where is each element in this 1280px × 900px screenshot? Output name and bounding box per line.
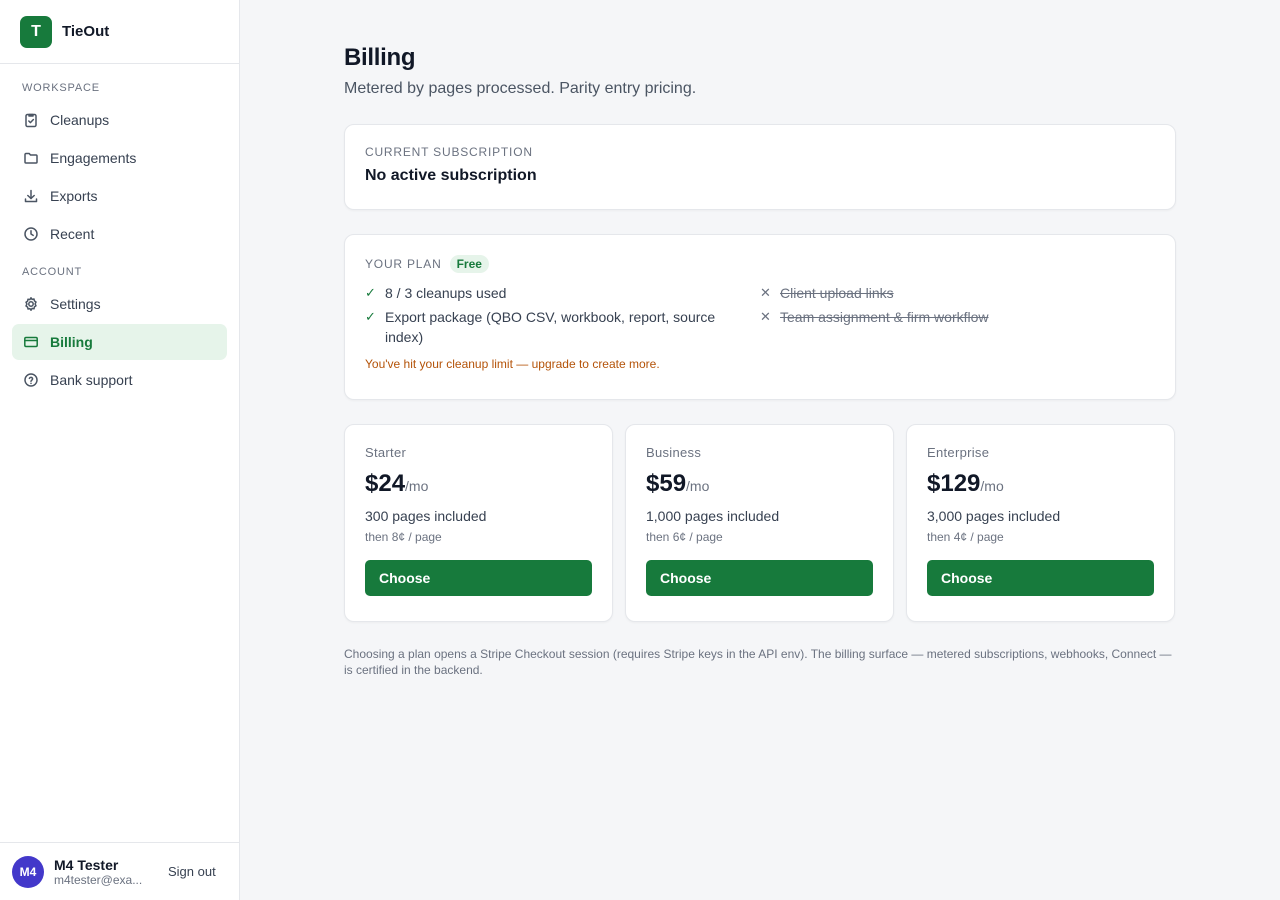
tier-name: Starter — [365, 445, 407, 460]
tier-name: Enterprise — [927, 445, 990, 460]
sidebar-item-exports[interactable]: Exports — [12, 178, 227, 214]
feature-label: Export package (QBO CSV, workbook, repor… — [385, 309, 716, 345]
nav-section-account: ACCOUNT — [22, 266, 82, 278]
user-info: M4 Tester m4tester@exa... — [54, 857, 154, 887]
tier-overage: then 4¢ / page — [927, 530, 1004, 544]
tier-period: /mo — [405, 478, 429, 494]
tier-period: /mo — [686, 478, 710, 494]
sidebar-item-label: Cleanups — [50, 112, 110, 128]
current-subscription-card: CURRENT SUBSCRIPTION No active subscript… — [344, 124, 1176, 210]
check-icon: ✓ — [365, 285, 376, 300]
gear-icon — [22, 295, 40, 313]
tier-pages: 300 pages included — [365, 508, 487, 524]
folder-icon — [22, 149, 40, 167]
sidebar-item-settings[interactable]: Settings — [12, 286, 227, 322]
sidebar-item-label: Bank support — [50, 372, 133, 388]
check-icon: ✓ — [365, 309, 376, 324]
tier-overage: then 8¢ / page — [365, 530, 442, 544]
tier-price: $24 — [365, 470, 406, 497]
tier-card-business: Business $59 /mo 1,000 pages included th… — [625, 424, 894, 622]
sidebar: T TieOut WORKSPACE Cleanups Engagements … — [0, 0, 240, 900]
tier-pages: 1,000 pages included — [646, 508, 780, 524]
choose-starter-button[interactable]: Choose — [365, 560, 592, 596]
tier-overage: then 6¢ / page — [646, 530, 723, 544]
feature-label: Team assignment & firm workflow — [780, 309, 989, 325]
tier-price-row: $129 /mo — [927, 470, 1154, 498]
credit-card-icon — [22, 333, 40, 351]
sidebar-item-recent[interactable]: Recent — [12, 216, 227, 252]
sidebar-item-bank-support[interactable]: Bank support — [12, 362, 227, 398]
pricing-tiers: Starter $24 /mo 300 pages included then … — [344, 424, 1176, 622]
sign-out-button[interactable]: Sign out — [168, 864, 216, 879]
sidebar-item-label: Engagements — [50, 150, 137, 166]
app-logo: T — [20, 15, 52, 48]
x-icon: ✕ — [760, 309, 771, 324]
clipboard-check-icon — [22, 111, 40, 129]
plan-badge: Free — [449, 255, 489, 273]
choose-business-button[interactable]: Choose — [646, 560, 873, 596]
subscription-heading: CURRENT SUBSCRIPTION — [365, 145, 533, 159]
tier-price-row: $24 /mo — [365, 470, 592, 498]
nav-section-workspace: WORKSPACE — [22, 82, 100, 94]
feature-included: ✓ 8 / 3 cleanups used — [365, 283, 760, 303]
tier-pages: 3,000 pages included — [927, 508, 1061, 524]
tier-card-enterprise: Enterprise $129 /mo 3,000 pages included… — [906, 424, 1175, 622]
app-name: TieOut — [62, 23, 110, 40]
feature-excluded: ✕ Client upload links — [760, 283, 1155, 303]
tier-card-starter: Starter $24 /mo 300 pages included then … — [344, 424, 613, 622]
sidebar-item-label: Recent — [50, 226, 95, 242]
sidebar-item-cleanups[interactable]: Cleanups — [12, 102, 227, 138]
choose-enterprise-button[interactable]: Choose — [927, 560, 1154, 596]
page-subtitle: Metered by pages processed. Parity entry… — [344, 80, 697, 97]
sidebar-item-label: Billing — [50, 334, 93, 350]
feature-excluded: ✕ Team assignment & firm workflow — [760, 307, 1155, 327]
help-circle-icon — [22, 371, 40, 389]
plan-header: YOUR PLAN Free — [365, 255, 1155, 273]
excluded-features: ✕ Client upload links ✕ Team assignment … — [760, 283, 1155, 351]
billing-footnote: Choosing a plan opens a Stripe Checkout … — [344, 647, 1172, 677]
limit-warning: You've hit your cleanup limit — upgrade … — [365, 357, 660, 371]
brand[interactable]: T TieOut — [0, 0, 239, 64]
user-email: m4tester@exa... — [54, 872, 143, 887]
sidebar-item-label: Exports — [50, 188, 98, 204]
plan-heading: YOUR PLAN — [365, 257, 442, 271]
user-name: M4 Tester — [54, 856, 119, 873]
feature-label: 8 / 3 cleanups used — [385, 285, 507, 301]
subscription-status: No active subscription — [365, 167, 537, 184]
your-plan-card: YOUR PLAN Free ✓ 8 / 3 cleanups used ✓ E… — [344, 234, 1176, 400]
x-icon: ✕ — [760, 285, 771, 300]
sidebar-item-billing[interactable]: Billing — [12, 324, 227, 360]
included-features: ✓ 8 / 3 cleanups used ✓ Export package (… — [365, 283, 760, 351]
tier-price: $59 — [646, 470, 687, 497]
plan-features: ✓ 8 / 3 cleanups used ✓ Export package (… — [365, 283, 1155, 351]
avatar[interactable]: M4 — [12, 855, 44, 888]
tier-name: Business — [646, 445, 702, 460]
feature-included: ✓ Export package (QBO CSV, workbook, rep… — [365, 307, 760, 347]
feature-label: Client upload links — [780, 285, 894, 301]
download-icon — [22, 187, 40, 205]
tier-price: $129 — [927, 470, 981, 497]
sidebar-item-engagements[interactable]: Engagements — [12, 140, 227, 176]
main-content: Billing Metered by pages processed. Pari… — [344, 0, 1176, 678]
clock-icon — [22, 225, 40, 243]
sidebar-item-label: Settings — [50, 296, 101, 312]
page-title: Billing — [344, 44, 416, 71]
tier-price-row: $59 /mo — [646, 470, 873, 498]
user-bar: M4 M4 Tester m4tester@exa... Sign out — [0, 842, 239, 900]
tier-period: /mo — [980, 478, 1004, 494]
